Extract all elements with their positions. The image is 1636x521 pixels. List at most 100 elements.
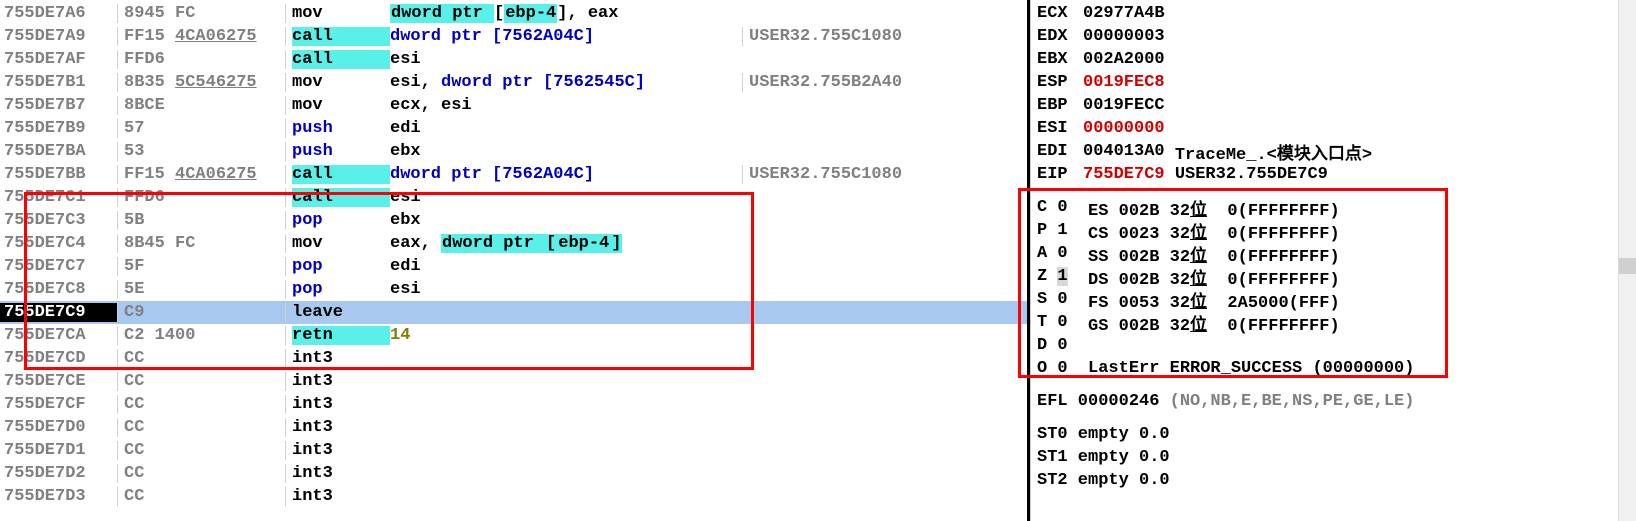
address: 755DE7D1 bbox=[0, 441, 118, 460]
fpu-row[interactable]: ST1 empty 0.0 bbox=[1037, 446, 1636, 469]
disasm-row[interactable]: 755DE7BBFF15 4CA06275calldword ptr [7562… bbox=[0, 163, 1027, 186]
flag-row[interactable]: S 0 FS 0053 32位 2A5000(FFF) bbox=[1037, 288, 1636, 311]
disasm-row[interactable]: 755DE7D3CCint3 bbox=[0, 485, 1027, 508]
register-name: ESI bbox=[1037, 119, 1083, 138]
scrollbar-thumb[interactable] bbox=[1619, 258, 1636, 274]
register-value: 0019FECC bbox=[1083, 96, 1165, 115]
address: 755DE7D2 bbox=[0, 464, 118, 483]
flag-value: 1 bbox=[1057, 221, 1067, 240]
instruction: moveax, dword ptr [ebp-4] bbox=[286, 234, 742, 253]
bytes: 53 bbox=[118, 142, 286, 161]
flag-row[interactable]: P 1 CS 0023 32位 0(FFFFFFFF) bbox=[1037, 219, 1636, 242]
mnemonic: push bbox=[292, 119, 390, 138]
bytes: FFD6 bbox=[118, 50, 286, 69]
disasm-row[interactable]: 755DE7CDCCint3 bbox=[0, 347, 1027, 370]
register-row[interactable]: ECX02977A4B bbox=[1037, 2, 1636, 25]
bytes: CC bbox=[118, 372, 286, 391]
disasm-row[interactable]: 755DE7C1FFD6callesi bbox=[0, 186, 1027, 209]
flag-row[interactable]: Z 1 DS 002B 32位 0(FFFFFFFF) bbox=[1037, 265, 1636, 288]
flag-row[interactable]: A 0 SS 002B 32位 0(FFFFFFFF) bbox=[1037, 242, 1636, 265]
disasm-row[interactable]: 755DE7CAC2 1400retn14 bbox=[0, 324, 1027, 347]
efl-row[interactable]: EFL 00000246 (NO,NB,E,BE,NS,PE,GE,LE) bbox=[1037, 390, 1636, 413]
register-name: EBX bbox=[1037, 50, 1083, 69]
registers-pane[interactable]: ECX02977A4BEDX00000003EBX002A2000ESP0019… bbox=[1030, 0, 1636, 521]
mnemonic: push bbox=[292, 142, 390, 161]
operands: esi, dword ptr [7562545C] bbox=[390, 73, 645, 92]
register-value: 02977A4B bbox=[1083, 4, 1165, 23]
disasm-row[interactable]: 755DE7D0CCint3 bbox=[0, 416, 1027, 439]
disasm-row[interactable]: 755DE7C75Fpopedi bbox=[0, 255, 1027, 278]
mnemonic: call bbox=[292, 188, 390, 207]
mnemonic: leave bbox=[292, 303, 390, 322]
mnemonic: int3 bbox=[292, 487, 390, 506]
disasm-row[interactable]: 755DE7C48B45 FCmoveax, dword ptr [ebp-4] bbox=[0, 232, 1027, 255]
instruction: int3 bbox=[286, 418, 742, 437]
register-value: 0019FEC8 bbox=[1083, 73, 1165, 92]
flag-row[interactable]: T 0 GS 002B 32位 0(FFFFFFFF) bbox=[1037, 311, 1636, 334]
register-name: EDX bbox=[1037, 27, 1083, 46]
register-row[interactable]: EDX00000003 bbox=[1037, 25, 1636, 48]
address: 755DE7CE bbox=[0, 372, 118, 391]
bytes: FFD6 bbox=[118, 188, 286, 207]
mnemonic: call bbox=[292, 50, 390, 69]
mnemonic: mov bbox=[292, 96, 390, 115]
disasm-row[interactable]: 755DE7AFFFD6callesi bbox=[0, 48, 1027, 71]
flag-value: 0 bbox=[1057, 336, 1067, 355]
operands: eax, dword ptr [ebp-4] bbox=[390, 234, 622, 253]
operands: ebx bbox=[390, 211, 421, 230]
operands: esi bbox=[390, 188, 421, 207]
register-row[interactable]: EBP0019FECC bbox=[1037, 94, 1636, 117]
instruction: calldword ptr [7562A04C] bbox=[286, 27, 742, 46]
operands: ebx bbox=[390, 142, 421, 161]
operands: edi bbox=[390, 119, 421, 138]
register-row[interactable]: ESP0019FEC8 bbox=[1037, 71, 1636, 94]
disasm-row[interactable]: 755DE7B78BCEmovecx, esi bbox=[0, 94, 1027, 117]
scrollbar[interactable] bbox=[1618, 0, 1636, 521]
flag-name: A bbox=[1037, 244, 1057, 263]
disassembly-pane[interactable]: 755DE7A68945 FCmovdword ptr [ebp-4], eax… bbox=[0, 0, 1030, 521]
bytes: 5F bbox=[118, 257, 286, 276]
address: 755DE7BA bbox=[0, 142, 118, 161]
disasm-row[interactable]: 755DE7B957pushedi bbox=[0, 117, 1027, 140]
disasm-row[interactable]: 755DE7A68945 FCmovdword ptr [ebp-4], eax bbox=[0, 2, 1027, 25]
instruction: popesi bbox=[286, 280, 742, 299]
disasm-row[interactable]: 755DE7BA53 pushebx bbox=[0, 140, 1027, 163]
disasm-row[interactable]: 755DE7C35Bpopebx bbox=[0, 209, 1027, 232]
flag-value: 0 bbox=[1057, 313, 1067, 332]
efl-flags: (NO,NB,E,BE,NS,PE,GE,LE) bbox=[1170, 392, 1415, 411]
register-row[interactable]: ESI00000000 bbox=[1037, 117, 1636, 140]
mnemonic: int3 bbox=[292, 418, 390, 437]
flag-value: 0 bbox=[1057, 244, 1067, 263]
disasm-row[interactable]: 755DE7CECCint3 bbox=[0, 370, 1027, 393]
instruction: movdword ptr [ebp-4], eax bbox=[286, 4, 742, 23]
disasm-row[interactable]: 755DE7B18B35 5C546275movesi, dword ptr [… bbox=[0, 71, 1027, 94]
flag-value: 0 bbox=[1057, 290, 1067, 309]
fpu-row[interactable]: ST2 empty 0.0 bbox=[1037, 469, 1636, 492]
register-row[interactable]: EIP755DE7C9 USER32.755DE7C9 bbox=[1037, 163, 1636, 186]
disasm-row[interactable]: 755DE7C85Epopesi bbox=[0, 278, 1027, 301]
disasm-row[interactable]: 755DE7CFCCint3 bbox=[0, 393, 1027, 416]
operands: ecx, esi bbox=[390, 96, 472, 115]
flag-name: T bbox=[1037, 313, 1057, 332]
mnemonic: pop bbox=[292, 211, 390, 230]
mnemonic: int3 bbox=[292, 441, 390, 460]
disasm-row[interactable]: 755DE7D2CCint3 bbox=[0, 462, 1027, 485]
bytes: 8B35 5C546275 bbox=[118, 73, 286, 92]
register-row[interactable]: EBX002A2000 bbox=[1037, 48, 1636, 71]
mnemonic: mov bbox=[292, 234, 390, 253]
instruction: retn14 bbox=[286, 326, 742, 345]
flag-name: Z bbox=[1037, 267, 1057, 286]
mnemonic: retn bbox=[292, 326, 390, 345]
lasterr-row[interactable]: O 0 LastErr ERROR_SUCCESS (00000000) bbox=[1037, 357, 1636, 380]
register-row[interactable]: EDI004013A0 TraceMe_.<模块入口点> bbox=[1037, 140, 1636, 163]
fpu-row[interactable]: ST0 empty 0.0 bbox=[1037, 423, 1636, 446]
instruction: int3 bbox=[286, 441, 742, 460]
disasm-row[interactable]: 755DE7D1CCint3 bbox=[0, 439, 1027, 462]
flag-row[interactable]: D 0 bbox=[1037, 334, 1636, 357]
address: 755DE7B7 bbox=[0, 96, 118, 115]
flag-row[interactable]: C 0 ES 002B 32位 0(FFFFFFFF) bbox=[1037, 196, 1636, 219]
bytes: CC bbox=[118, 395, 286, 414]
bytes: 57 bbox=[118, 119, 286, 138]
disasm-row[interactable]: 755DE7C9C9leave bbox=[0, 301, 1027, 324]
disasm-row[interactable]: 755DE7A9FF15 4CA06275calldword ptr [7562… bbox=[0, 25, 1027, 48]
